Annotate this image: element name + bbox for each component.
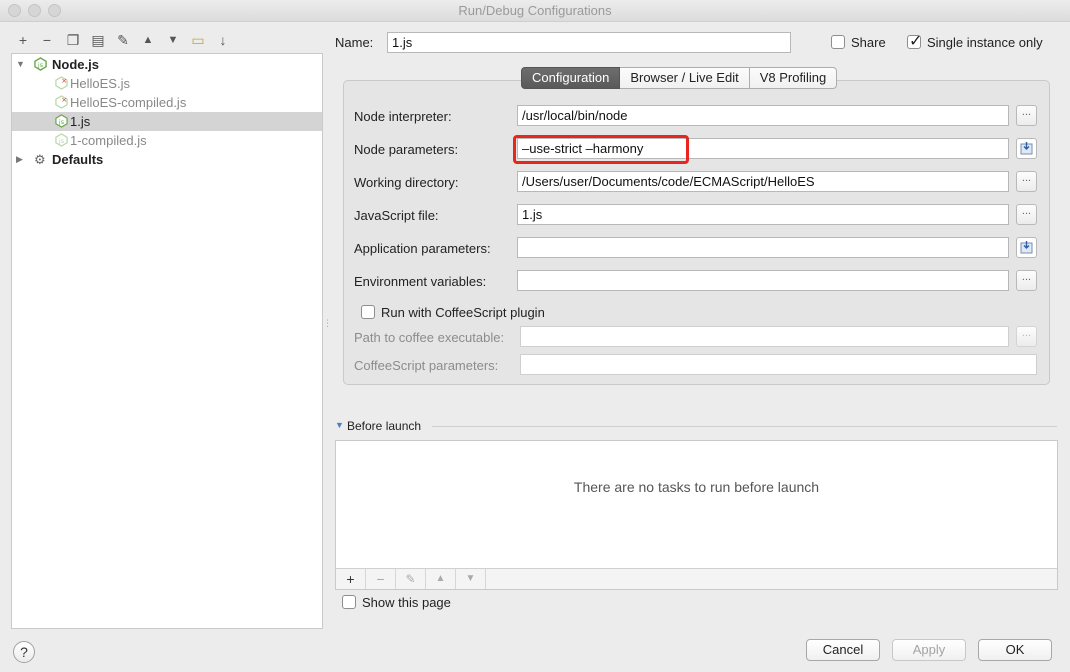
- browse-file-button[interactable]: ...: [1016, 204, 1037, 225]
- folder-icon[interactable]: ▭: [189, 31, 207, 49]
- before-launch-toolbar: + − ✎ ▲ ▼: [336, 568, 1057, 589]
- nodejs-error-icon: ×: [55, 95, 68, 109]
- show-this-page-checkbox[interactable]: [342, 595, 356, 609]
- before-launch-list[interactable]: There are no tasks to run before launch …: [335, 440, 1058, 590]
- share-checkbox[interactable]: [831, 35, 845, 49]
- svg-text:×: ×: [61, 76, 67, 85]
- working-directory-label: Working directory:: [354, 175, 459, 190]
- node-parameters-label: Node parameters:: [354, 142, 459, 157]
- node-interpreter-input[interactable]: /usr/local/bin/node: [517, 105, 1009, 126]
- coffeescript-plugin-checkbox[interactable]: [361, 305, 375, 319]
- remove-icon[interactable]: −: [38, 31, 56, 49]
- tab-browser-live-edit[interactable]: Browser / Live Edit: [620, 67, 750, 89]
- before-launch-label: Before launch: [347, 419, 422, 433]
- title-bar: Run/Debug Configurations: [0, 0, 1070, 22]
- nodejs-icon: js: [34, 57, 47, 71]
- tab-bar: Configuration Browser / Live Edit V8 Pro…: [521, 67, 838, 89]
- checkmark-icon: ✓: [909, 33, 923, 50]
- tree-item-label: HelloES-compiled.js: [70, 95, 187, 110]
- single-instance-label: Single instance only: [927, 35, 1043, 50]
- tree-item-1js[interactable]: js 1.js: [12, 112, 322, 131]
- move-up-icon[interactable]: ▲: [139, 31, 157, 49]
- expand-app-parameters-button[interactable]: [1016, 237, 1037, 258]
- edit-environment-button[interactable]: ...: [1016, 270, 1037, 291]
- environment-variables-input[interactable]: [517, 270, 1009, 291]
- tree-item-helloes[interactable]: × HelloES.js: [12, 74, 322, 93]
- section-divider: [432, 426, 1057, 427]
- insert-text-icon: [1020, 142, 1033, 155]
- coffee-executable-input[interactable]: [520, 326, 1009, 347]
- application-parameters-label: Application parameters:: [354, 241, 491, 256]
- coffeescript-parameters-label: CoffeeScript parameters:: [354, 358, 499, 373]
- browse-directory-button[interactable]: ...: [1016, 171, 1037, 192]
- collapse-arrow-icon[interactable]: ▶: [16, 150, 26, 169]
- highlight-box: [513, 135, 689, 164]
- move-down-icon[interactable]: ▼: [164, 31, 182, 49]
- name-label: Name:: [335, 35, 374, 50]
- tree-item-helloes-compiled[interactable]: × HelloES-compiled.js: [12, 93, 322, 112]
- configuration-tree[interactable]: ▼ js Node.js × HelloES.js × HelloES-comp…: [11, 53, 323, 629]
- svg-text:js: js: [58, 118, 65, 126]
- single-instance-checkbox[interactable]: ✓: [907, 33, 922, 50]
- javascript-file-input[interactable]: 1.js: [517, 204, 1009, 225]
- tree-node-nodejs[interactable]: ▼ js Node.js: [12, 55, 322, 74]
- splitter-handle[interactable]: ⋮: [323, 319, 332, 328]
- edit-task-button[interactable]: ✎: [396, 569, 426, 589]
- tree-label-nodejs: Node.js: [52, 57, 99, 72]
- svg-text:×: ×: [61, 95, 67, 104]
- show-this-page-label: Show this page: [362, 595, 451, 610]
- ok-button[interactable]: OK: [978, 639, 1052, 661]
- edit-defaults-icon[interactable]: ✎: [114, 31, 132, 49]
- expand-parameters-button[interactable]: [1016, 138, 1037, 159]
- environment-variables-label: Environment variables:: [354, 274, 487, 289]
- insert-text-icon: [1020, 241, 1033, 254]
- sort-icon[interactable]: ↓: [214, 31, 232, 49]
- tree-node-defaults[interactable]: ▶ ⚙ Defaults: [12, 150, 322, 169]
- javascript-file-label: JavaScript file:: [354, 208, 439, 223]
- nodejs-error-icon: ×: [55, 76, 68, 90]
- expand-arrow-icon[interactable]: ▼: [16, 55, 26, 74]
- browse-coffee-button[interactable]: ...: [1016, 326, 1037, 347]
- add-task-button[interactable]: +: [336, 569, 366, 589]
- tree-item-label: 1-compiled.js: [70, 133, 147, 148]
- nodejs-icon: js: [55, 133, 68, 147]
- save-icon[interactable]: ▤: [89, 31, 107, 49]
- share-label: Share: [851, 35, 886, 50]
- window-title: Run/Debug Configurations: [458, 3, 612, 18]
- svg-text:js: js: [37, 61, 44, 69]
- name-input[interactable]: 1.js: [387, 32, 791, 53]
- copy-icon[interactable]: ❐: [64, 31, 82, 49]
- tree-item-label: 1.js: [70, 114, 91, 129]
- svg-text:js: js: [58, 137, 65, 145]
- tree-item-1-compiled[interactable]: js 1-compiled.js: [12, 131, 322, 150]
- move-task-down-button[interactable]: ▼: [456, 569, 486, 589]
- zoom-window-icon[interactable]: [48, 4, 61, 17]
- move-task-up-button[interactable]: ▲: [426, 569, 456, 589]
- remove-task-button[interactable]: −: [366, 569, 396, 589]
- tree-label-defaults: Defaults: [52, 152, 104, 167]
- node-interpreter-label: Node interpreter:: [354, 109, 452, 124]
- apply-button[interactable]: Apply: [892, 639, 966, 661]
- tree-item-label: HelloES.js: [70, 76, 130, 91]
- browse-interpreter-button[interactable]: ...: [1016, 105, 1037, 126]
- close-window-icon[interactable]: [8, 4, 21, 17]
- coffeescript-plugin-label: Run with CoffeeScript plugin: [381, 305, 545, 320]
- minimize-window-icon[interactable]: [28, 4, 41, 17]
- coffeescript-parameters-input[interactable]: [520, 354, 1037, 375]
- help-button[interactable]: ?: [13, 641, 35, 663]
- cancel-button[interactable]: Cancel: [806, 639, 880, 661]
- application-parameters-input[interactable]: [517, 237, 1009, 258]
- before-launch-collapse-icon[interactable]: ▼: [335, 420, 344, 430]
- before-launch-empty-text: There are no tasks to run before launch: [573, 479, 820, 495]
- defaults-wrench-icon: ⚙: [34, 152, 46, 167]
- tab-v8-profiling[interactable]: V8 Profiling: [749, 67, 838, 89]
- tab-configuration[interactable]: Configuration: [521, 67, 621, 89]
- coffee-executable-label: Path to coffee executable:: [354, 330, 505, 345]
- nodejs-icon: js: [55, 114, 68, 128]
- working-directory-input[interactable]: /Users/user/Documents/code/ECMAScript/He…: [517, 171, 1009, 192]
- add-icon[interactable]: +: [14, 31, 32, 49]
